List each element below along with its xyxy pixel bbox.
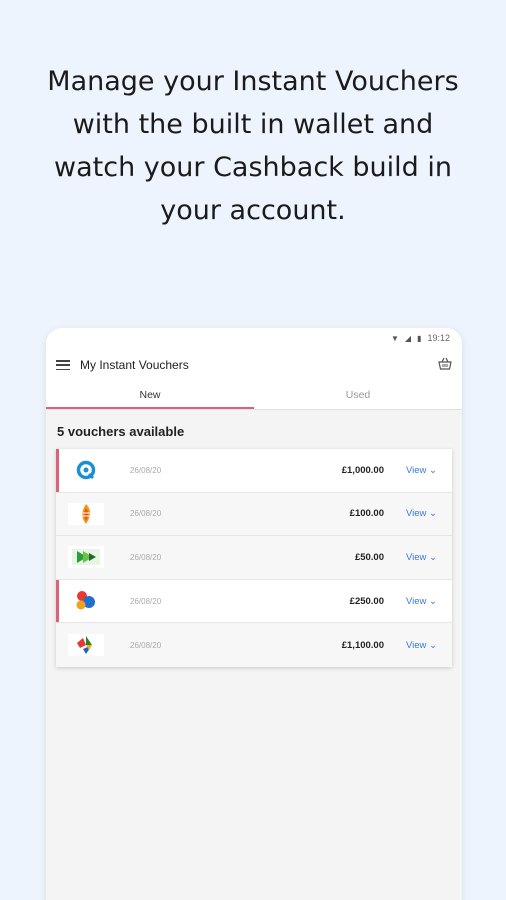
voucher-row[interactable]: 26/08/20 £50.00 View ⌄: [56, 536, 452, 580]
view-button[interactable]: View ⌄: [406, 640, 452, 651]
voucher-amount: £1,000.00: [341, 464, 384, 476]
voucher-amount: £1,100.00: [341, 639, 384, 651]
view-button[interactable]: View ⌄: [406, 596, 452, 607]
voucher-date: 26/08/20: [130, 552, 162, 562]
voucher-row[interactable]: 26/08/20 £1,100.00 View ⌄: [56, 623, 452, 667]
voucher-amount: £250.00: [349, 595, 384, 607]
voucher-date: 26/08/20: [130, 509, 162, 519]
voucher-date: 26/08/20: [130, 465, 162, 475]
voucher-date: 26/08/20: [130, 640, 162, 650]
orange-flame-logo-icon: [68, 502, 104, 525]
voucher-list: 26/08/20 £1,000.00 View ⌄ 26/08/20 £100.…: [56, 449, 452, 667]
view-button[interactable]: View ⌄: [406, 508, 452, 519]
green-arrow-logo-icon: [68, 546, 104, 569]
voucher-row[interactable]: 26/08/20 £100.00 View ⌄: [56, 492, 452, 537]
colored-circles-logo-icon: [68, 590, 104, 613]
phone-screen: ▼ ◢ ▮ 19:12 My Instant Vouchers New Used…: [46, 328, 462, 900]
status-bar: ▼ ◢ ▮ 19:12: [46, 328, 462, 348]
wifi-icon: ▼: [390, 333, 399, 343]
voucher-row[interactable]: 26/08/20 £1,000.00 View ⌄: [56, 449, 452, 493]
status-time: 19:12: [427, 333, 450, 343]
menu-icon[interactable]: [56, 360, 70, 370]
app-bar: My Instant Vouchers: [46, 348, 462, 382]
page-title: My Instant Vouchers: [80, 358, 189, 372]
tab-new[interactable]: New: [46, 382, 254, 409]
recycle-logo-icon: [68, 634, 104, 657]
blue-ring-logo-icon: [68, 459, 104, 482]
voucher-amount: £100.00: [349, 508, 384, 520]
voucher-row[interactable]: 26/08/20 £250.00 View ⌄: [56, 579, 452, 624]
headline: Manage your Instant Vouchers with the bu…: [47, 66, 459, 226]
basket-icon[interactable]: [438, 357, 452, 373]
signal-icon: ◢: [404, 333, 412, 343]
tab-used[interactable]: Used: [254, 382, 462, 409]
tab-bar: New Used: [46, 382, 462, 410]
vouchers-count: 5 vouchers available: [57, 424, 185, 439]
view-button[interactable]: View ⌄: [406, 552, 452, 563]
battery-icon: ▮: [417, 333, 422, 343]
view-button[interactable]: View ⌄: [406, 465, 452, 476]
voucher-amount: £50.00: [354, 551, 384, 563]
voucher-date: 26/08/20: [130, 596, 162, 606]
